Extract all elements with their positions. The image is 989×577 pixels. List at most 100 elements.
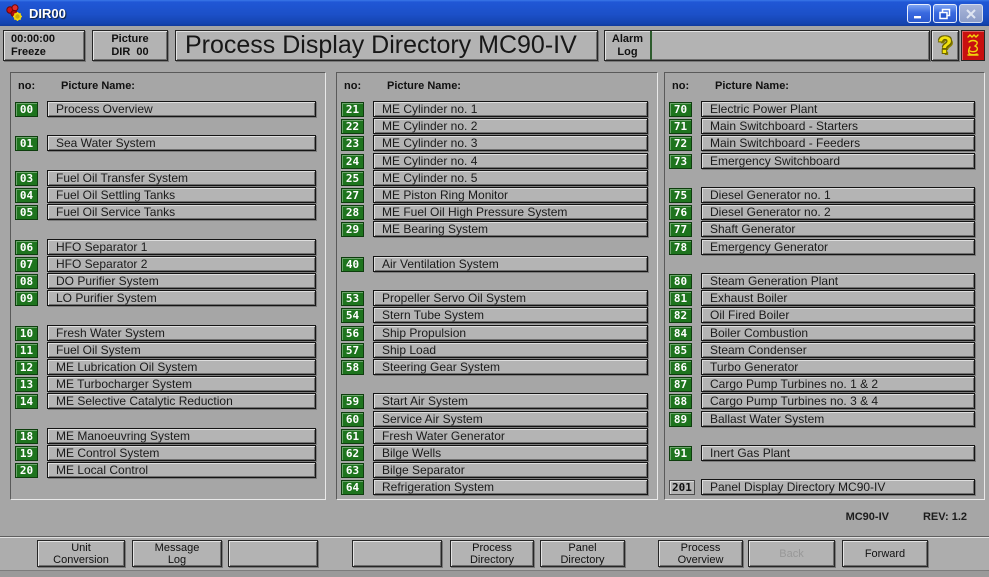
picture-button[interactable]: Steam Generation Plant xyxy=(701,273,975,289)
picture-button[interactable]: Ship Propulsion xyxy=(373,325,648,341)
picture-button[interactable]: Service Air System xyxy=(373,411,648,427)
brand-logo xyxy=(961,30,985,61)
picture-button[interactable]: Cargo Pump Turbines no. 3 & 4 xyxy=(701,393,975,409)
picture-button[interactable]: Boiler Combustion xyxy=(701,325,975,341)
restore-button[interactable] xyxy=(933,4,957,23)
picture-number-badge: 63 xyxy=(341,463,364,478)
picture-row: 76Diesel Generator no. 2 xyxy=(665,204,986,221)
picture-button[interactable]: LO Purifier System xyxy=(47,290,316,306)
alarm-log-button[interactable]: Alarm Log xyxy=(605,31,650,60)
picture-row: 10Fresh Water System xyxy=(11,325,327,342)
picture-button[interactable]: Fresh Water Generator xyxy=(373,428,648,444)
alarm-line-display xyxy=(652,31,929,60)
freeze-label: Freeze xyxy=(11,46,84,59)
picture-button[interactable]: Process Overview xyxy=(47,101,316,117)
minimize-button[interactable] xyxy=(907,4,931,23)
bottom-button-unit-conversion[interactable]: UnitConversion xyxy=(37,540,125,567)
picture-button[interactable]: HFO Separator 1 xyxy=(47,239,316,255)
picture-number-badge: 62 xyxy=(341,446,364,461)
picture-button[interactable]: Bilge Wells xyxy=(373,445,648,461)
picture-button[interactable]: Sea Water System xyxy=(47,135,316,151)
picture-button[interactable]: Cargo Pump Turbines no. 1 & 2 xyxy=(701,376,975,392)
picture-button[interactable]: Steering Gear System xyxy=(373,359,648,375)
picture-button[interactable]: ME Cylinder no. 3 xyxy=(373,135,648,151)
picture-button[interactable]: Diesel Generator no. 1 xyxy=(701,187,975,203)
picture-button[interactable]: Fuel Oil Service Tanks xyxy=(47,204,316,220)
picture-button[interactable]: ME Control System xyxy=(47,445,316,461)
picture-button[interactable]: Refrigeration System xyxy=(373,479,648,495)
picture-button[interactable]: Turbo Generator xyxy=(701,359,975,375)
directory-panel-2: no: Picture Name: 21ME Cylinder no. 122M… xyxy=(336,72,658,500)
picture-row: 73 Emergency Switchboard xyxy=(665,153,986,170)
picture-button[interactable]: Fuel Oil Transfer System xyxy=(47,170,316,186)
picture-button[interactable]: ME Piston Ring Monitor xyxy=(373,187,648,203)
picture-button[interactable]: Fuel Oil System xyxy=(47,342,316,358)
bottom-button-process-directory[interactable]: ProcessDirectory xyxy=(450,540,534,567)
picture-button[interactable]: ME Cylinder no. 5 xyxy=(373,170,648,186)
picture-button[interactable]: Main Switchboard - Starters xyxy=(701,118,975,134)
picture-button[interactable]: ME Bearing System xyxy=(373,221,648,237)
picture-button[interactable]: Emergency Generator xyxy=(701,239,975,255)
picture-button[interactable]: Start Air System xyxy=(373,393,648,409)
picture-button[interactable]: Diesel Generator no. 2 xyxy=(701,204,975,220)
picture-button[interactable]: ME Lubrication Oil System xyxy=(47,359,316,375)
bottom-button-message-log[interactable]: MessageLog xyxy=(132,540,222,567)
bottom-button-process-overview[interactable]: ProcessOverview xyxy=(658,540,743,567)
picture-row: 60Service Air System xyxy=(337,411,659,428)
picture-button[interactable]: Inert Gas Plant xyxy=(701,445,975,461)
picture-button[interactable]: Shaft Generator xyxy=(701,221,975,237)
picture-button[interactable]: Electric Power Plant xyxy=(701,101,975,117)
picture-button[interactable]: Exhaust Boiler xyxy=(701,290,975,306)
picture-row: 18ME Manoeuvring System xyxy=(11,428,327,445)
picture-button[interactable]: Propeller Servo Oil System xyxy=(373,290,648,306)
picture-number-badge: 86 xyxy=(669,360,692,375)
bottom-button-back: Back xyxy=(748,540,835,567)
directory-panel-1: no: Picture Name: 00Process Overview01Se… xyxy=(10,72,326,500)
picture-button[interactable]: Air Ventilation System xyxy=(373,256,648,272)
picture-row: 75Diesel Generator no. 1 xyxy=(665,187,986,204)
picture-button[interactable]: Steam Condenser xyxy=(701,342,975,358)
picture-button[interactable]: Ballast Water System xyxy=(701,411,975,427)
picture-button[interactable]: Oil Fired Boiler xyxy=(701,307,975,323)
picture-button[interactable]: ME Selective Catalytic Reduction xyxy=(47,393,316,409)
help-button[interactable]: ? xyxy=(931,30,959,61)
picture-button[interactable]: ME Cylinder no. 1 xyxy=(373,101,648,117)
picture-button[interactable]: Emergency Switchboard xyxy=(701,153,975,169)
picture-button[interactable]: Panel Display Directory MC90-IV xyxy=(701,479,975,495)
picture-row: 61Fresh Water Generator xyxy=(337,428,659,445)
picture-button[interactable]: ME Cylinder no. 2 xyxy=(373,118,648,134)
picture-number-badge: 82 xyxy=(669,308,692,323)
picture-number-badge: 89 xyxy=(669,412,692,427)
picture-button[interactable]: ME Cylinder no. 4 xyxy=(373,153,648,169)
picture-button[interactable]: Main Switchboard - Feeders xyxy=(701,135,975,151)
picture-row: 57Ship Load xyxy=(337,342,659,359)
picture-number-badge: 73 xyxy=(669,154,692,169)
picture-button[interactable]: Ship Load xyxy=(373,342,648,358)
close-button xyxy=(959,4,983,23)
freeze-button[interactable]: 00:00:00 Freeze xyxy=(3,30,85,61)
picture-row: 28ME Fuel Oil High Pressure System xyxy=(337,204,659,221)
picture-row: 86 Turbo Generator xyxy=(665,359,986,376)
picture-button[interactable]: Fuel Oil Settling Tanks xyxy=(47,187,316,203)
picture-row: 64 Refrigeration System xyxy=(337,479,659,496)
picture-button[interactable]: ME Local Control xyxy=(47,462,316,478)
bottom-button-forward[interactable]: Forward xyxy=(842,540,928,567)
bottom-button-panel-directory[interactable]: PanelDirectory xyxy=(540,540,625,567)
picture-button[interactable]: Fresh Water System xyxy=(47,325,316,341)
picture-button[interactable]: ME Fuel Oil High Pressure System xyxy=(373,204,648,220)
bottom-button-label: Directory xyxy=(470,554,514,566)
picture-button[interactable]: DO Purifier System xyxy=(47,273,316,289)
picture-row: 62 Bilge Wells xyxy=(337,445,659,462)
picture-number-badge: 08 xyxy=(15,274,38,289)
picture-dir-button[interactable]: Picture DIR 00 xyxy=(92,30,168,61)
revision-label: REV: 1.2 xyxy=(923,511,967,523)
picture-button[interactable]: Bilge Separator xyxy=(373,462,648,478)
picture-row: 77Shaft Generator xyxy=(665,221,986,238)
picture-number-badge: 64 xyxy=(341,480,364,495)
picture-button[interactable]: HFO Separator 2 xyxy=(47,256,316,272)
picture-button[interactable]: ME Manoeuvring System xyxy=(47,428,316,444)
picture-number-badge: 19 xyxy=(15,446,38,461)
picture-button[interactable]: ME Turbocharger System xyxy=(47,376,316,392)
picture-number-badge: 84 xyxy=(669,326,692,341)
picture-button[interactable]: Stern Tube System xyxy=(373,307,648,323)
